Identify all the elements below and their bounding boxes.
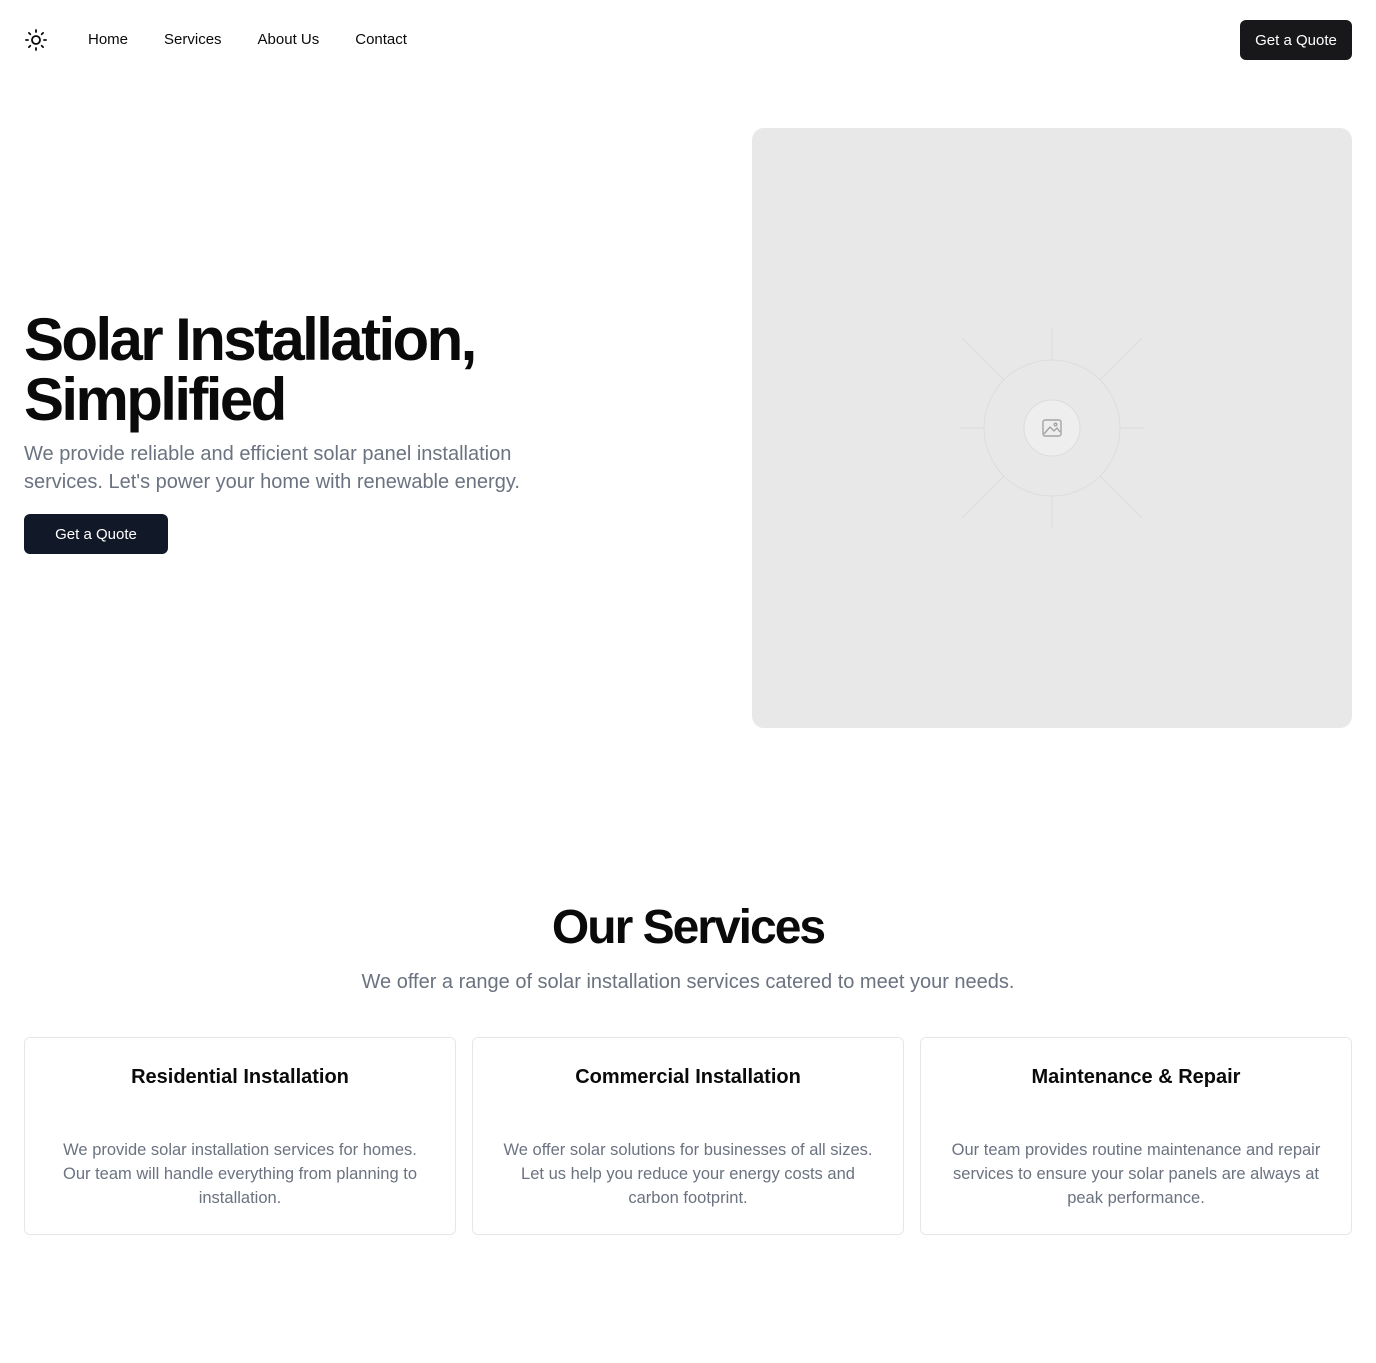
hero-title-line-1: Solar Installation, — [24, 306, 477, 373]
nav-get-quote-button[interactable]: Get a Quote — [1240, 20, 1352, 60]
top-nav: Home Services About Us Contact Get a Quo… — [24, 20, 1352, 60]
hero-title: Solar Installation, Simplified — [24, 310, 624, 430]
service-card-residential: Residential Installation We provide sola… — [24, 1037, 456, 1235]
nav-link-contact[interactable]: Contact — [355, 20, 407, 60]
card-title: Residential Installation — [131, 1066, 349, 1088]
hero-content: Solar Installation, Simplified We provid… — [24, 310, 624, 554]
hero-description: We provide reliable and efficient solar … — [24, 443, 520, 493]
nav-link-home[interactable]: Home — [88, 20, 128, 60]
card-title: Maintenance & Repair — [1031, 1066, 1241, 1088]
nav-link-services[interactable]: Services — [164, 20, 222, 60]
nav-link-about-us[interactable]: About Us — [258, 20, 320, 60]
services-section: Our Services We offer a range of solar i… — [24, 900, 1352, 996]
service-card-commercial: Commercial Installation We offer solar s… — [472, 1037, 904, 1235]
sun-icon[interactable] — [24, 28, 48, 52]
service-cards: Residential Installation We provide sola… — [24, 1037, 1352, 1235]
card-text: We offer solar solutions for businesses … — [503, 1141, 873, 1207]
card-text: We provide solar installation services f… — [62, 1141, 418, 1207]
nav-links: Home Services About Us Contact — [88, 20, 443, 60]
hero-get-quote-button[interactable]: Get a Quote — [24, 514, 168, 554]
card-text: Our team provides routine maintenance an… — [951, 1141, 1321, 1207]
hero-title-line-2: Simplified — [24, 366, 287, 433]
services-subtitle: We offer a range of solar installation s… — [361, 971, 1015, 993]
hero-image-placeholder — [752, 128, 1352, 728]
services-title: Our Services — [551, 901, 826, 954]
card-title: Commercial Installation — [575, 1066, 801, 1088]
image-placeholder-icon — [960, 328, 1144, 528]
service-card-maintenance: Maintenance & Repair Our team provides r… — [920, 1037, 1352, 1235]
